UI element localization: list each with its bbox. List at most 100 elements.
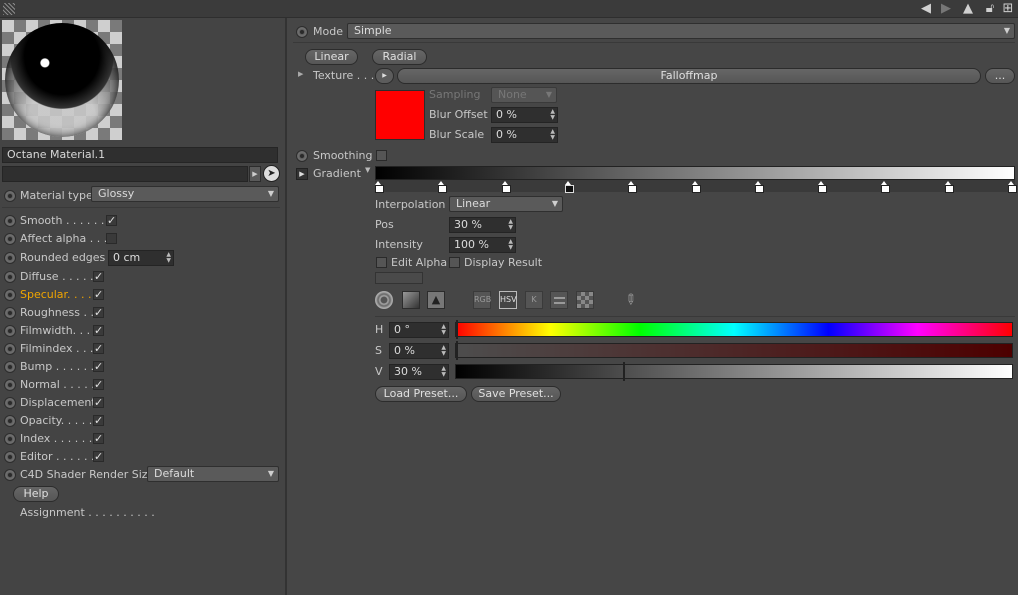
save-preset-button[interactable]: Save Preset... xyxy=(471,386,561,402)
gradient-knot[interactable] xyxy=(755,181,764,193)
render-size-dropdown[interactable]: Default ▼ xyxy=(147,466,279,482)
gradient-knot[interactable] xyxy=(438,181,447,193)
rgb-mode-button[interactable]: RGB xyxy=(473,291,491,309)
load-preset-button[interactable]: Load Preset... xyxy=(375,386,467,402)
kelvin-mode-button[interactable]: K xyxy=(525,291,543,309)
h-field[interactable]: 0 ° ▲ ▼ xyxy=(389,322,449,338)
pick-cursor-icon[interactable]: ➤ xyxy=(263,165,280,182)
material-preview[interactable] xyxy=(2,20,122,140)
blur-scale-field[interactable]: 0 % ▲ ▼ xyxy=(491,127,558,143)
spinner-icon[interactable]: ▲ ▼ xyxy=(508,219,513,231)
hsv-mode-button[interactable]: HSV xyxy=(499,291,517,309)
spinner-icon[interactable]: ▲ ▼ xyxy=(441,324,446,336)
channel-checkbox[interactable]: ✓ xyxy=(93,451,104,462)
hue-slider[interactable] xyxy=(455,320,1013,339)
rounded-edges-field[interactable]: 0 cm ▲ ▼ xyxy=(108,250,174,266)
saturation-slider-handle[interactable] xyxy=(456,341,458,360)
channel-checkbox[interactable]: ✓ xyxy=(93,271,104,282)
spectrum-icon[interactable] xyxy=(402,291,420,309)
gradient-knot[interactable] xyxy=(945,181,954,193)
search-field[interactable] xyxy=(2,166,248,182)
spinner-icon[interactable]: ▲ ▼ xyxy=(441,366,446,378)
smoothing-radio[interactable] xyxy=(296,150,308,162)
saturation-slider[interactable] xyxy=(455,341,1013,360)
gradient-knot[interactable] xyxy=(375,181,384,193)
mode-radio[interactable] xyxy=(296,26,308,38)
spinner-icon[interactable]: ▲ ▼ xyxy=(166,252,171,264)
image-icon[interactable]: ▲ xyxy=(427,291,445,309)
gradient-knot[interactable] xyxy=(881,181,890,193)
texture-more-button[interactable]: ... xyxy=(985,68,1015,84)
value-slider[interactable] xyxy=(455,362,1013,381)
help-button[interactable]: Help xyxy=(13,486,59,502)
interpolation-dropdown[interactable]: Linear ▼ xyxy=(449,196,563,212)
sampling-dropdown[interactable]: None ▼ xyxy=(491,87,557,103)
gradient-toggle-icon[interactable]: ▶ xyxy=(296,168,308,180)
display-result-checkbox[interactable] xyxy=(449,257,460,268)
color-wheel-icon[interactable] xyxy=(375,291,393,309)
channel-radio[interactable] xyxy=(4,289,16,301)
linear-button[interactable]: Linear xyxy=(305,49,358,65)
channel-radio[interactable] xyxy=(4,343,16,355)
pointer-up-icon[interactable]: ▲ xyxy=(960,1,976,17)
spinner-icon[interactable]: ▲ ▼ xyxy=(441,345,446,357)
back-arrow-icon[interactable]: ◀ xyxy=(918,1,934,17)
mode-dropdown[interactable]: Simple ▼ xyxy=(347,23,1015,39)
channel-checkbox[interactable]: ✓ xyxy=(93,379,104,390)
texture-shader-button[interactable]: Falloffmap xyxy=(397,68,981,84)
channel-radio[interactable] xyxy=(4,433,16,445)
channel-checkbox[interactable]: ✓ xyxy=(93,415,104,426)
sliders-mode-icon[interactable] xyxy=(550,291,568,309)
blur-offset-field[interactable]: 0 % ▲ ▼ xyxy=(491,107,558,123)
texture-play-button[interactable]: ▶ xyxy=(375,68,394,84)
channel-radio[interactable] xyxy=(4,379,16,391)
new-window-icon[interactable]: ⊞ xyxy=(1000,1,1016,17)
channel-checkbox[interactable]: ✓ xyxy=(106,215,117,226)
swatches-mode-icon[interactable] xyxy=(576,291,594,309)
edit-alpha-checkbox[interactable] xyxy=(376,257,387,268)
channel-checkbox[interactable]: ✓ xyxy=(93,289,104,300)
spinner-icon[interactable]: ▲ ▼ xyxy=(508,239,513,251)
radial-button[interactable]: Radial xyxy=(372,49,427,65)
eyedropper-icon[interactable]: ✎ xyxy=(617,287,642,312)
gradient-knot-track[interactable] xyxy=(375,180,1017,193)
channel-checkbox[interactable]: ✓ xyxy=(93,343,104,354)
channel-checkbox[interactable]: ✓ xyxy=(93,307,104,318)
pos-field[interactable]: 30 % ▲ ▼ xyxy=(449,217,516,233)
material-type-dropdown[interactable]: Glossy ▼ xyxy=(91,186,279,202)
gradient-bar[interactable] xyxy=(375,166,1015,180)
gradient-knot[interactable] xyxy=(1008,181,1017,193)
texture-expand-icon[interactable]: ▶ xyxy=(298,70,303,78)
channel-radio[interactable] xyxy=(4,361,16,373)
hue-slider-handle[interactable] xyxy=(456,320,458,339)
forward-arrow-icon[interactable]: ▶ xyxy=(938,1,954,17)
render-size-radio[interactable] xyxy=(4,469,16,481)
value-slider-handle[interactable] xyxy=(623,362,625,381)
gradient-menu-icon[interactable]: ▼ xyxy=(365,166,370,174)
gradient-knot[interactable] xyxy=(692,181,701,193)
channel-checkbox[interactable] xyxy=(106,233,117,244)
channel-checkbox[interactable]: ✓ xyxy=(93,325,104,336)
channel-checkbox[interactable]: ✓ xyxy=(93,361,104,372)
material-name-field[interactable]: Octane Material.1 xyxy=(2,147,278,163)
channel-radio[interactable] xyxy=(4,397,16,409)
channel-checkbox[interactable]: ✓ xyxy=(93,397,104,408)
material-type-radio[interactable] xyxy=(4,190,16,202)
channel-radio[interactable] xyxy=(4,252,16,264)
smoothing-checkbox[interactable] xyxy=(376,150,387,161)
channel-radio[interactable] xyxy=(4,325,16,337)
lock-icon[interactable]: 🔓︎ xyxy=(982,1,998,17)
channel-checkbox[interactable]: ✓ xyxy=(93,433,104,444)
gradient-knot[interactable] xyxy=(565,181,574,193)
gradient-knot[interactable] xyxy=(818,181,827,193)
v-field[interactable]: 30 % ▲ ▼ xyxy=(389,364,449,380)
channel-radio[interactable] xyxy=(4,307,16,319)
spinner-icon[interactable]: ▲ ▼ xyxy=(550,129,555,141)
channel-radio[interactable] xyxy=(4,451,16,463)
channel-radio[interactable] xyxy=(4,271,16,283)
gradient-knot[interactable] xyxy=(502,181,511,193)
expand-arrow-button[interactable]: ▶ xyxy=(249,166,261,182)
spinner-icon[interactable]: ▲ ▼ xyxy=(550,109,555,121)
channel-radio[interactable] xyxy=(4,233,16,245)
channel-radio[interactable] xyxy=(4,415,16,427)
